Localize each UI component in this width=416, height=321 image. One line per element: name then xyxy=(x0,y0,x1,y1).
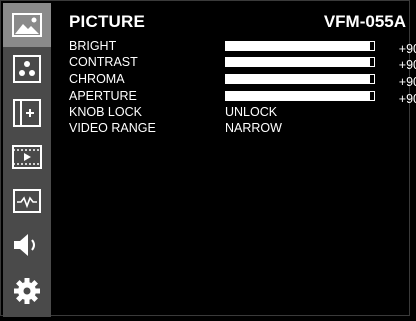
setting-value: +90 xyxy=(398,75,416,89)
model-name: VFM-055A xyxy=(323,12,406,31)
menu-title: PICTURE xyxy=(69,12,146,31)
setting-row-contrast[interactable]: CONTRAST +90 xyxy=(69,55,416,72)
slider-fill xyxy=(226,75,370,83)
slider-fill xyxy=(226,42,370,50)
setting-slider[interactable]: +90 xyxy=(225,91,416,106)
sidebar-item-audio[interactable] xyxy=(3,223,51,267)
sidebar-item-waveform[interactable] xyxy=(3,179,51,223)
setting-label: BRIGHT xyxy=(69,39,117,53)
setting-label: CHROMA xyxy=(69,72,125,86)
gear-icon xyxy=(14,278,40,304)
film-play-icon xyxy=(12,145,42,169)
sidebar xyxy=(3,3,51,317)
setting-label: APERTURE xyxy=(69,89,137,103)
slider-fill xyxy=(226,92,370,100)
setting-value: +90 xyxy=(398,58,416,72)
sidebar-item-system[interactable] xyxy=(3,267,51,315)
setting-row-video-range[interactable]: VIDEO RANGE NARROW xyxy=(69,121,409,136)
setting-slider[interactable]: +90 xyxy=(225,74,416,89)
sidebar-item-input[interactable] xyxy=(3,135,51,179)
menu-panel: PICTURE VFM-055A BRIGHT +90 CONTRAST +90… xyxy=(52,3,416,321)
sidebar-item-color[interactable] xyxy=(3,47,51,91)
picture-icon xyxy=(12,13,42,37)
setting-slider[interactable]: +90 xyxy=(225,57,416,72)
setting-value: UNLOCK xyxy=(225,105,278,119)
setting-row-chroma[interactable]: CHROMA +90 xyxy=(69,72,416,89)
setting-label: VIDEO RANGE xyxy=(69,121,156,135)
setting-slider[interactable]: +90 xyxy=(225,41,416,56)
speaker-icon xyxy=(14,234,35,256)
waveform-icon xyxy=(13,189,41,213)
sidebar-item-marker[interactable] xyxy=(3,91,51,135)
color-dots-icon xyxy=(13,55,41,83)
setting-value: NARROW xyxy=(225,121,282,135)
marker-icon xyxy=(13,99,41,127)
slider-fill xyxy=(226,58,370,66)
sidebar-item-picture[interactable] xyxy=(3,3,51,47)
setting-label: CONTRAST xyxy=(69,55,138,69)
setting-row-knob-lock[interactable]: KNOB LOCK UNLOCK xyxy=(69,105,409,120)
setting-row-bright[interactable]: BRIGHT +90 xyxy=(69,39,416,56)
setting-label: KNOB LOCK xyxy=(69,105,142,119)
setting-row-aperture[interactable]: APERTURE +90 xyxy=(69,89,416,106)
